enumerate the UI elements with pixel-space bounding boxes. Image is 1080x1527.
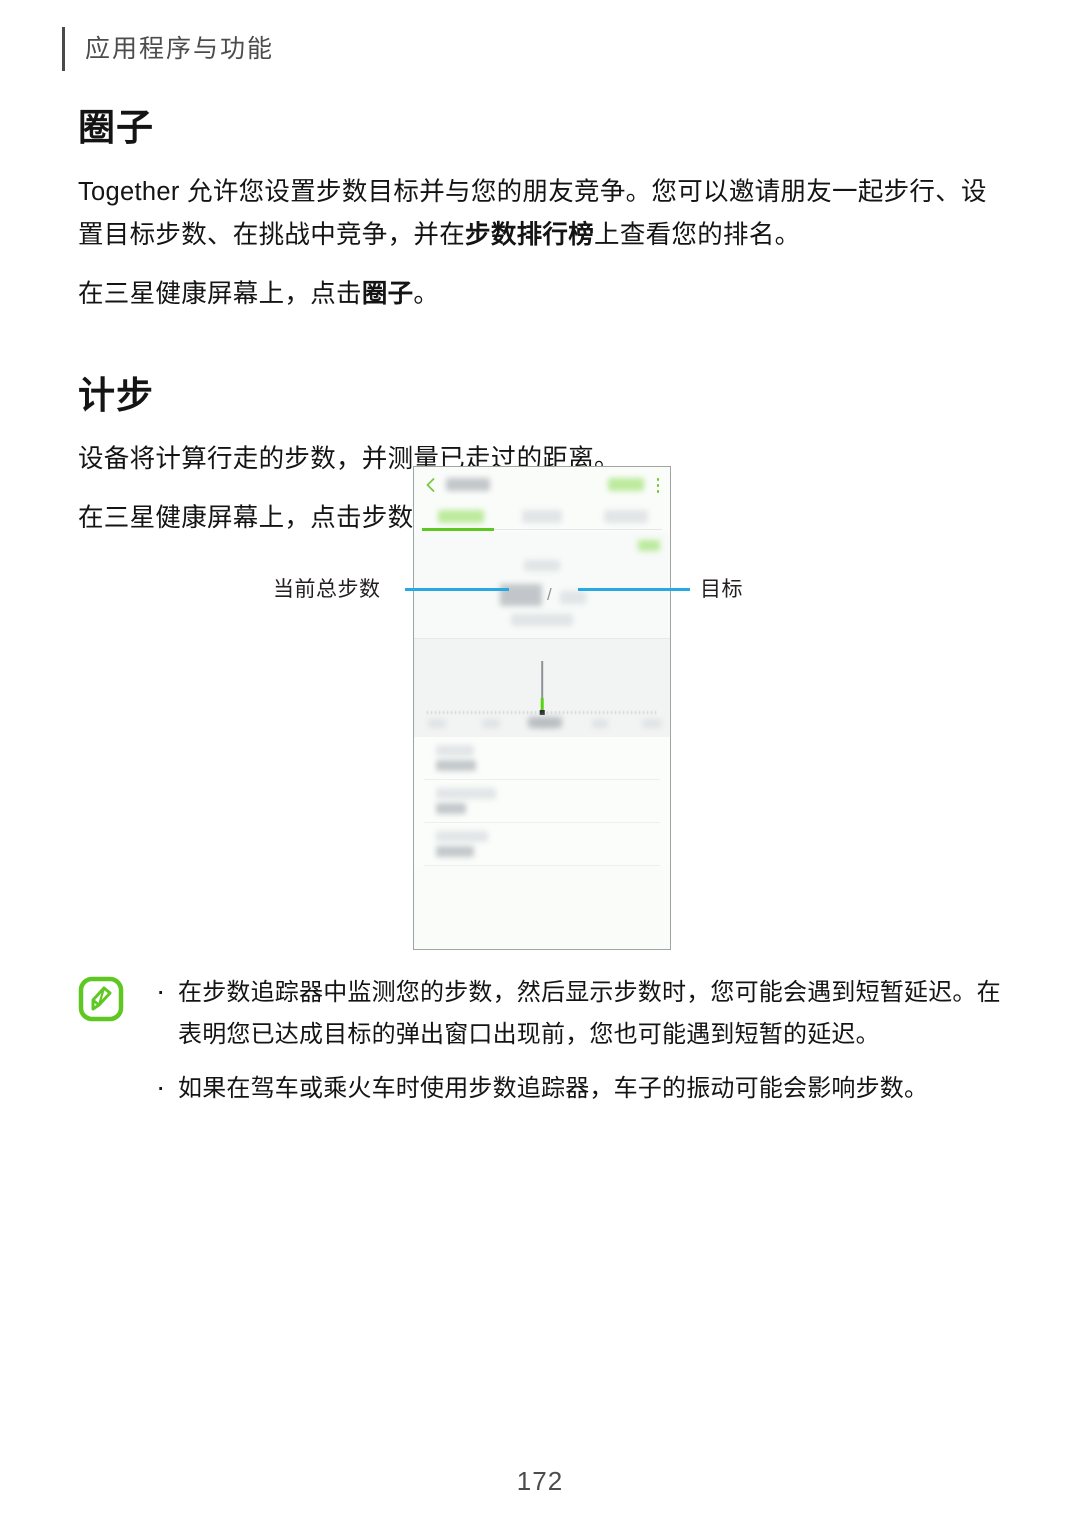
- tab-item-active-redacted[interactable]: [438, 510, 484, 523]
- steps-goal-separator: /: [547, 585, 552, 604]
- tab-item-redacted[interactable]: [522, 510, 562, 523]
- breadcrumb: 应用程序与功能: [85, 34, 275, 63]
- chart-x-label-redacted: [592, 719, 608, 728]
- list-item-value-redacted: [436, 803, 466, 814]
- app-bar-action-redacted[interactable]: [608, 478, 644, 491]
- summary-subtitle-redacted: [524, 560, 560, 571]
- callout-label-goal: 目标: [700, 578, 743, 601]
- list-item[interactable]: [424, 823, 660, 866]
- goal-steps-value: [560, 591, 586, 604]
- section-title-together: 圈子: [78, 107, 154, 148]
- text-run-bold: 圈子: [361, 279, 414, 308]
- callout-leader-line-left: [405, 588, 509, 591]
- summary-caption-redacted: [511, 614, 573, 626]
- chart-x-label-redacted: [482, 719, 500, 728]
- text-run: 上查看您的排名。: [594, 220, 801, 249]
- steps-chart: [414, 638, 670, 737]
- overflow-menu-icon[interactable]: [656, 478, 660, 493]
- paragraph-together-description: Together 允许您设置步数目标并与您的朋友竞争。您可以邀请朋友一起步行、设…: [78, 171, 1008, 257]
- paragraph-together-instruction: 在三星健康屏幕上，点击圈子。: [78, 273, 1008, 316]
- header-rule: [62, 27, 65, 71]
- tab-item-redacted[interactable]: [604, 510, 648, 523]
- text-run: 在三星健康屏幕上，点击: [78, 279, 362, 308]
- note-bullet: 在步数追踪器中监测您的步数，然后显示步数时，您可能会遇到短暂延迟。在表明您已达成…: [148, 970, 1008, 1056]
- callout-label-current-steps: 当前总步数: [273, 578, 381, 601]
- tab-active-indicator: [422, 528, 494, 531]
- chart-x-label-redacted: [642, 719, 662, 728]
- text-run-bold: 步数排行榜: [465, 220, 595, 249]
- steps-summary-panel: /: [414, 532, 670, 638]
- list-item-title-redacted: [436, 831, 488, 842]
- chevron-left-icon[interactable]: [426, 478, 435, 492]
- tab-bar: [414, 505, 670, 532]
- list-item-value-redacted: [436, 846, 474, 857]
- section-title-pedometer: 计步: [78, 374, 154, 416]
- app-bar-title-redacted: [446, 478, 490, 491]
- chart-x-label-redacted: [428, 719, 446, 728]
- list-item-title-redacted: [436, 745, 474, 756]
- list-item[interactable]: [424, 780, 660, 823]
- phone-screenshot-mock: /: [413, 466, 671, 950]
- callout-leader-line-right: [578, 588, 690, 591]
- page-header: 应用程序与功能: [62, 26, 274, 72]
- chart-x-label-current-redacted: [528, 717, 562, 728]
- metrics-list: [414, 737, 670, 866]
- chart-current-marker: [539, 710, 545, 715]
- figure-pedometer-screenshot: / 当前总步数 目标: [0, 452, 1080, 972]
- list-item-title-redacted: [436, 788, 496, 799]
- app-bar: [414, 467, 670, 505]
- note-pencil-icon: [78, 976, 124, 1022]
- list-item[interactable]: [424, 737, 660, 780]
- text-run: 。: [413, 279, 440, 308]
- note-bullet: 如果在驾车或乘火车时使用步数追踪器，车子的振动可能会影响步数。: [148, 1066, 1008, 1110]
- summary-badge-redacted: [638, 540, 660, 551]
- page-number: 172: [516, 1466, 564, 1496]
- note-box: 在步数追踪器中监测您的步数，然后显示步数时，您可能会遇到短暂延迟。在表明您已达成…: [78, 970, 1008, 1110]
- list-item-value-redacted: [436, 760, 476, 771]
- note-bullet-list: 在步数追踪器中监测您的步数，然后显示步数时，您可能会遇到短暂延迟。在表明您已达成…: [148, 970, 1008, 1110]
